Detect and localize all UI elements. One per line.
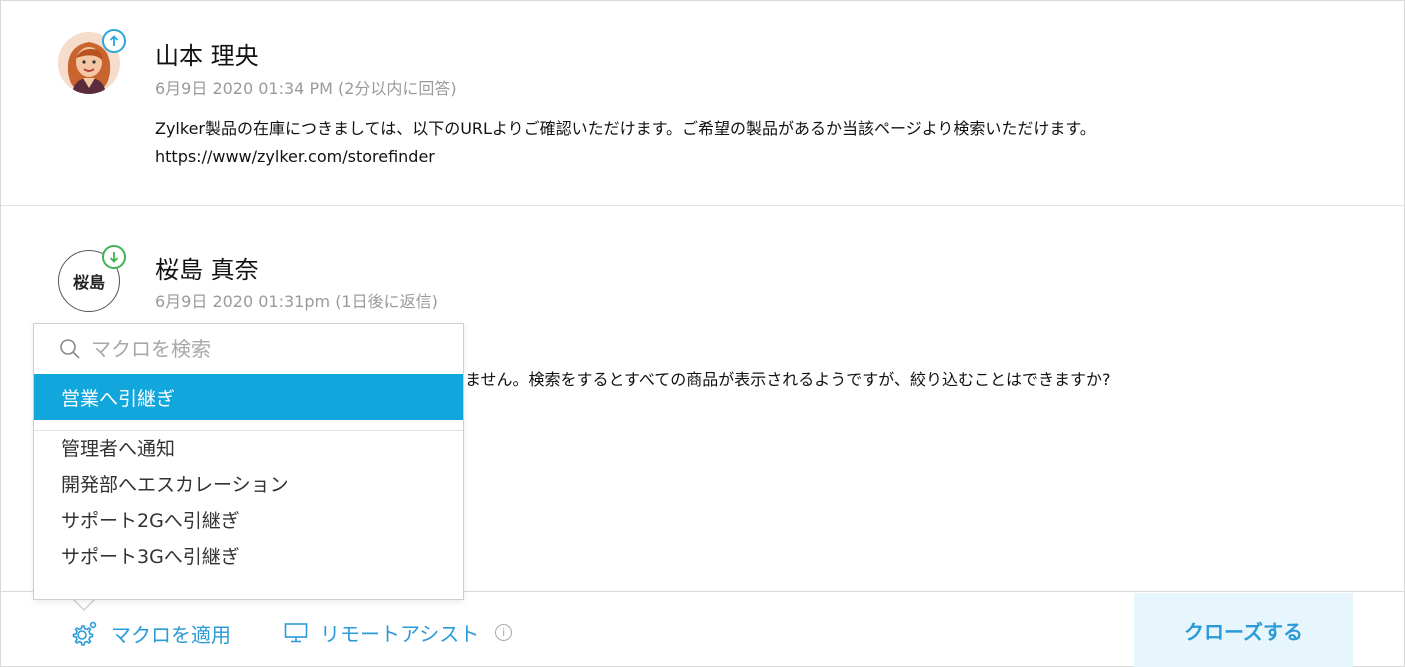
macro-item-sales-handoff[interactable]: 営業へ引継ぎ: [34, 374, 463, 420]
thread-item-outgoing: [1, 1, 1404, 206]
macro-search-box: [34, 324, 463, 374]
info-icon[interactable]: i: [495, 624, 513, 641]
apply-macro-label: マクロを適用: [111, 622, 231, 647]
remote-assist-button[interactable]: リモートアシスト i: [284, 618, 513, 647]
message-body-line: Zylker製品の在庫につきましては、以下のURLよりご確認いただけます。ご希望…: [155, 119, 1096, 138]
message-body-line: ません。検索をするとすべての商品が表示されるようですが、絞り込むことはできますか…: [465, 370, 1111, 389]
incoming-badge-icon: [102, 245, 126, 269]
macro-item-escalate-dev[interactable]: 開発部へエスカレーション: [34, 465, 463, 501]
outgoing-badge-icon: [102, 29, 126, 53]
message-link[interactable]: https://www/zylker.com/storefinder: [155, 147, 435, 166]
macro-item-support-3g[interactable]: サポート3Gへ引継ぎ: [34, 537, 463, 573]
monitor-icon: [284, 622, 308, 642]
message-meta: 6月9日 2020 01:31pm (1日後に返信): [155, 292, 438, 311]
apply-macro-button[interactable]: マクロを適用: [69, 618, 231, 648]
author-name: 桜島 真奈: [155, 256, 259, 284]
macro-search-input[interactable]: [91, 337, 431, 361]
macro-item-notify-admin[interactable]: 管理者へ通知: [34, 429, 463, 465]
remote-assist-label: リモートアシスト: [320, 622, 480, 646]
reply-action-bar: マクロを適用 リモートアシスト i クローズする: [1, 591, 1404, 667]
author-name: 山本 理央: [155, 42, 259, 70]
gear-icon: [72, 621, 97, 646]
search-icon: [60, 339, 80, 359]
message-meta: 6月9日 2020 01:34 PM (2分以内に回答): [155, 79, 457, 98]
macro-item-support-2g[interactable]: サポート2Gへ引継ぎ: [34, 501, 463, 537]
macro-dropdown: 営業へ引継ぎ 管理者へ通知 開発部へエスカレーション サポート2Gへ引継ぎ サポ…: [33, 323, 464, 600]
close-ticket-button[interactable]: クローズする: [1134, 593, 1353, 667]
